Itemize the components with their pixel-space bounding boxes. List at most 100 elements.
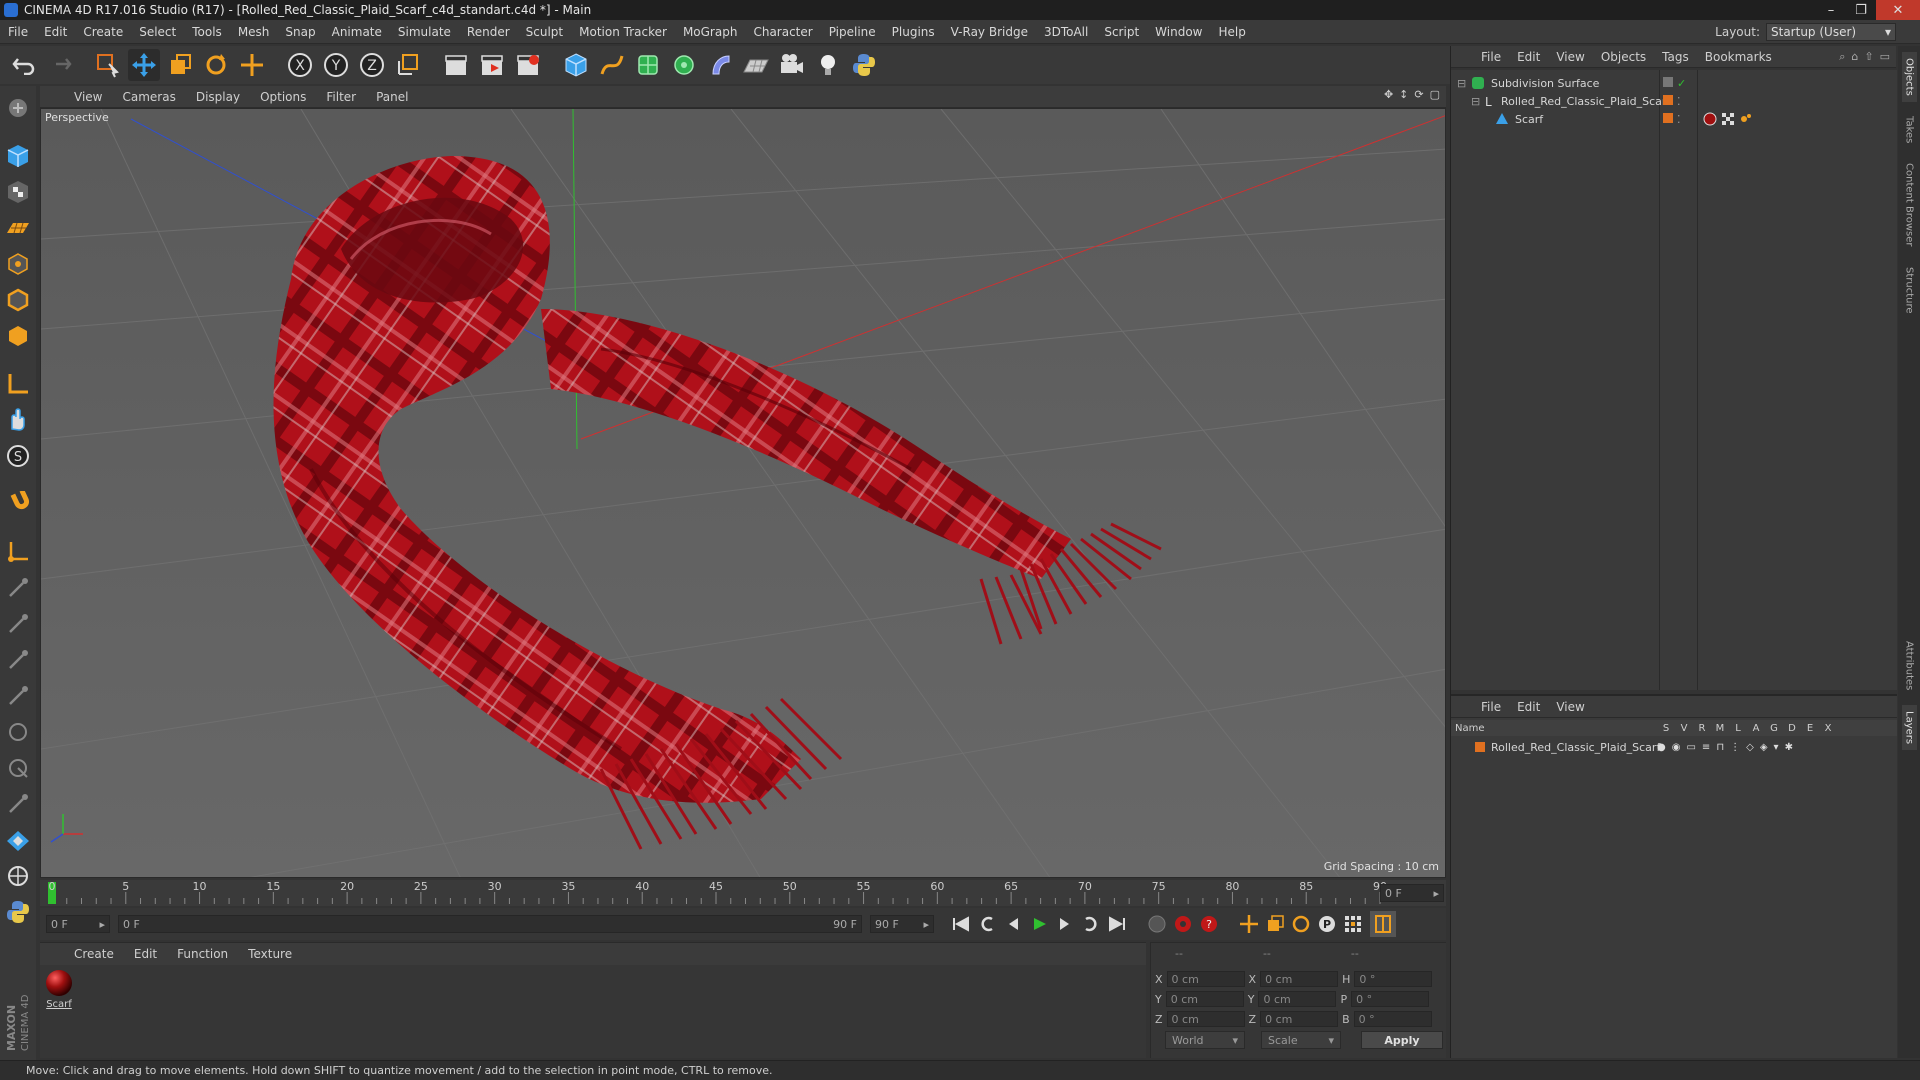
sculpt-tool-3-button[interactable] [2, 644, 34, 676]
new-window-icon[interactable]: ▭ [1880, 50, 1890, 64]
menu-mesh[interactable]: Mesh [230, 25, 278, 39]
model-mode-button[interactable] [2, 140, 34, 172]
menu-plugins[interactable]: Plugins [884, 25, 943, 39]
go-to-end-button[interactable] [1104, 911, 1130, 937]
object-menu-bookmarks[interactable]: Bookmarks [1697, 50, 1780, 64]
menu-help[interactable]: Help [1210, 25, 1253, 39]
orbit-view-icon[interactable]: ⟳ [1414, 88, 1423, 101]
tab-layers[interactable]: Layers [1901, 704, 1917, 750]
layer-menu-view[interactable]: View [1548, 700, 1592, 714]
sculpt-tool-5-button[interactable] [2, 716, 34, 748]
add-subdivision-button[interactable] [632, 49, 664, 81]
play-forward-button[interactable] [1026, 911, 1052, 937]
search-icon[interactable]: ⌕ [1839, 50, 1845, 64]
layer-col-animation[interactable]: A [1747, 723, 1765, 734]
key-scale-button[interactable] [1262, 911, 1288, 937]
layer-col-generators[interactable]: G [1765, 723, 1783, 734]
current-frame-field[interactable]: 0 F ▸ [1380, 884, 1444, 902]
start-frame-field[interactable]: 0 F ▸ [46, 915, 110, 933]
object-visibility-toggles[interactable]: ⁚ [1663, 94, 1681, 108]
object-visibility-toggles[interactable]: ⁚ [1663, 112, 1681, 126]
tab-attributes[interactable]: Attributes [1902, 635, 1917, 696]
redo-button[interactable] [44, 49, 76, 81]
autokeying-button[interactable] [1170, 911, 1196, 937]
python-console-button[interactable] [2, 896, 34, 928]
size-y-field[interactable]: 0 cm [1258, 991, 1337, 1007]
layer-col-solo[interactable]: S [1657, 723, 1675, 734]
object-menu-tags[interactable]: Tags [1654, 50, 1697, 64]
sculpt-tool-1-button[interactable] [2, 572, 34, 604]
menu-mograph[interactable]: MoGraph [675, 25, 746, 39]
tab-takes[interactable]: Takes [1902, 110, 1917, 149]
menu-render[interactable]: Render [459, 25, 518, 39]
viewport-camera-label[interactable]: Perspective [45, 111, 109, 124]
object-menu-file[interactable]: File [1473, 50, 1509, 64]
pos-x-field[interactable]: 0 cm [1166, 971, 1245, 987]
previous-key-button[interactable] [974, 911, 1000, 937]
collapse-icon[interactable]: ⊟ [1471, 95, 1480, 108]
points-mode-button[interactable] [2, 248, 34, 280]
menu-character[interactable]: Character [745, 25, 820, 39]
render-view-button[interactable] [440, 49, 472, 81]
add-floor-button[interactable] [740, 49, 772, 81]
maximize-button[interactable]: ❐ [1846, 0, 1876, 20]
render-settings-button[interactable] [512, 49, 544, 81]
viewport-menu-filter[interactable]: Filter [316, 90, 366, 104]
close-button[interactable]: ✕ [1876, 0, 1920, 20]
axis-mode-button[interactable] [2, 368, 34, 400]
add-cube-button[interactable] [560, 49, 592, 81]
scale-tool-button[interactable] [164, 49, 196, 81]
size-x-field[interactable]: 0 cm [1260, 971, 1339, 987]
workplane-axis-button[interactable] [2, 536, 34, 568]
polygons-mode-button[interactable] [2, 320, 34, 352]
size-z-field[interactable]: 0 cm [1260, 1011, 1339, 1027]
frame-range-slider[interactable]: 0 F 90 F [118, 915, 862, 933]
tweak-mode-button[interactable] [2, 404, 34, 436]
object-row-scarf[interactable]: Scarf ⁚ [1451, 110, 1897, 128]
end-frame-field[interactable]: 90 F ▸ [870, 915, 934, 933]
rot-p-field[interactable]: 0 ° [1351, 991, 1430, 1007]
menu-create[interactable]: Create [75, 25, 131, 39]
tab-content-browser[interactable]: Content Browser [1902, 157, 1917, 252]
coordinate-system-button[interactable] [392, 49, 424, 81]
material-menu-create[interactable]: Create [64, 947, 124, 961]
layer-col-deformers[interactable]: D [1783, 723, 1801, 734]
add-spline-button[interactable] [596, 49, 628, 81]
home-icon[interactable]: ⌂ [1851, 50, 1858, 64]
move-tool-button[interactable] [128, 49, 160, 81]
sculpt-tool-2-button[interactable] [2, 608, 34, 640]
rot-h-field[interactable]: 0 ° [1354, 971, 1433, 987]
next-frame-button[interactable] [1052, 911, 1078, 937]
sculpt-tool-4-button[interactable] [2, 680, 34, 712]
key-rotation-button[interactable] [1288, 911, 1314, 937]
minimize-button[interactable]: – [1816, 0, 1846, 20]
timeline-layout-button[interactable] [1370, 911, 1396, 937]
viewport-menu-view[interactable]: View [64, 90, 112, 104]
checker-tool-button[interactable] [2, 824, 34, 856]
layer-col-locked[interactable]: L [1729, 723, 1747, 734]
object-row-subdivision-surface[interactable]: ⊟ Subdivision Surface ✓ [1451, 74, 1897, 92]
render-to-picture-viewer-button[interactable] [476, 49, 508, 81]
add-camera-button[interactable] [776, 49, 808, 81]
layer-col-visible[interactable]: V [1675, 723, 1693, 734]
material-menu-function[interactable]: Function [167, 947, 238, 961]
collapse-icon[interactable]: ⊟ [1457, 77, 1466, 90]
menu-tools[interactable]: Tools [184, 25, 230, 39]
material-menu-edit[interactable]: Edit [124, 947, 167, 961]
y-axis-lock-button[interactable]: Y [320, 49, 352, 81]
viewport-menu-panel[interactable]: Panel [366, 90, 418, 104]
paint-tool-button[interactable] [2, 860, 34, 892]
layer-col-manager[interactable]: M [1711, 723, 1729, 734]
menu-file[interactable]: File [0, 25, 36, 39]
viewport-menu-cameras[interactable]: Cameras [112, 90, 185, 104]
layer-color-swatch[interactable] [1475, 742, 1485, 752]
texture-mode-button[interactable] [2, 176, 34, 208]
keyframe-selection-button[interactable]: ? [1196, 911, 1222, 937]
rot-b-field[interactable]: 0 ° [1353, 1011, 1432, 1027]
layer-row[interactable]: Rolled_Red_Classic_Plaid_Scarf ● ◉ ▭ ≡ ⊓ ⋮ ◇ ◈ ▾… [1451, 738, 1897, 756]
tab-objects[interactable]: Objects [1901, 52, 1917, 102]
add-light-button[interactable] [812, 49, 844, 81]
object-tags[interactable] [1703, 112, 1753, 126]
menu-edit[interactable]: Edit [36, 25, 75, 39]
next-key-button[interactable] [1078, 911, 1104, 937]
